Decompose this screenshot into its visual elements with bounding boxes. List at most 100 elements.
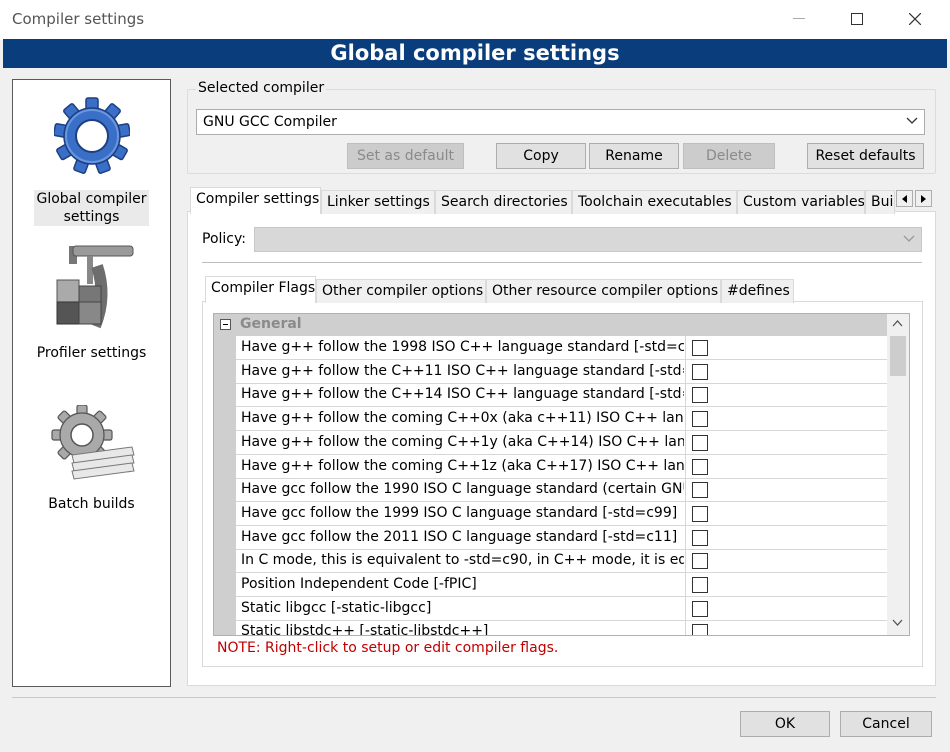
table-row[interactable]: In C mode, this is equivalent to -std=c9… xyxy=(236,549,887,574)
page-title-banner: Global compiler settings xyxy=(3,39,947,68)
close-button[interactable] xyxy=(892,0,938,38)
scroll-up-icon[interactable] xyxy=(892,320,903,327)
settings-sidebar: Global compiler settings Profiler settin… xyxy=(12,79,171,687)
table-row[interactable]: Static libstdc++ [-static-libstdc++] xyxy=(236,620,887,636)
title-bar: Compiler settings xyxy=(0,0,950,40)
set-as-default-button[interactable]: Set as default xyxy=(347,143,464,169)
ok-button[interactable]: OK xyxy=(740,711,830,737)
grid-scrollbar[interactable] xyxy=(887,314,909,635)
flag-label: Position Independent Code [-fPIC] xyxy=(241,576,477,592)
column-divider xyxy=(685,454,686,479)
table-row[interactable]: Position Independent Code [-fPIC] xyxy=(236,573,887,597)
flag-checkbox[interactable] xyxy=(692,553,708,570)
tab-compiler-flags[interactable]: Compiler Flags xyxy=(205,276,316,303)
flag-label: In C mode, this is equivalent to -std=c9… xyxy=(241,552,684,569)
flag-checkbox[interactable] xyxy=(692,624,708,635)
flag-label: Have g++ follow the coming C++1z (aka C+… xyxy=(241,457,684,474)
divider xyxy=(12,697,936,698)
table-row[interactable]: Have g++ follow the coming C++0x (aka c+… xyxy=(236,407,887,432)
column-divider xyxy=(685,478,686,503)
tab-build-options[interactable]: Bui xyxy=(865,190,895,214)
copy-button[interactable]: Copy xyxy=(496,143,586,169)
reset-defaults-button[interactable]: Reset defaults xyxy=(807,143,924,169)
column-divider xyxy=(685,620,686,635)
rename-button[interactable]: Rename xyxy=(589,143,679,169)
flag-checkbox[interactable] xyxy=(692,434,708,451)
flag-label: Have gcc follow the 1999 ISO C language … xyxy=(241,504,678,521)
chevron-down-icon xyxy=(903,235,915,242)
chevron-down-icon xyxy=(906,117,918,124)
flag-checkbox[interactable] xyxy=(692,577,708,593)
flag-checkbox[interactable] xyxy=(692,529,708,546)
scrollbar-thumb[interactable] xyxy=(890,336,906,376)
grid-gutter xyxy=(214,336,236,635)
category-header[interactable]: General xyxy=(214,314,887,336)
arrow-right-icon xyxy=(920,194,926,203)
flag-checkbox[interactable] xyxy=(692,340,708,356)
tab-linker-settings[interactable]: Linker settings xyxy=(321,190,435,214)
category-label: General xyxy=(240,316,302,332)
window-title: Compiler settings xyxy=(12,10,145,28)
table-row[interactable]: Have gcc follow the 2011 ISO C language … xyxy=(236,525,887,550)
table-row[interactable]: Static libgcc [-static-libgcc] xyxy=(236,596,887,621)
sidebar-item-batch-builds[interactable]: Batch builds xyxy=(13,405,170,513)
collapse-icon[interactable] xyxy=(220,319,231,330)
batch-builds-icon xyxy=(50,405,135,480)
column-divider xyxy=(685,359,686,384)
tab-compiler-settings[interactable]: Compiler settings xyxy=(190,187,321,214)
flag-checkbox[interactable] xyxy=(692,600,708,617)
profiler-icon xyxy=(56,245,133,329)
flag-label: Static libgcc [-static-libgcc] xyxy=(241,599,432,616)
flag-label: Have g++ follow the C++14 ISO C++ langua… xyxy=(241,386,684,403)
flag-checkbox[interactable] xyxy=(692,411,708,428)
tab-other-compiler-options[interactable]: Other compiler options xyxy=(316,279,486,303)
gear-icon xyxy=(53,97,130,174)
tab-toolchain-executables[interactable]: Toolchain executables xyxy=(572,190,737,214)
flag-checkbox[interactable] xyxy=(692,458,708,475)
table-row[interactable]: Have gcc follow the 1990 ISO C language … xyxy=(236,478,887,503)
delete-button[interactable]: Delete xyxy=(683,143,775,169)
flag-label: Static libstdc++ [-static-libstdc++] xyxy=(241,623,489,636)
flag-label: Have g++ follow the C++11 ISO C++ langua… xyxy=(241,362,684,379)
scroll-down-icon[interactable] xyxy=(892,619,903,626)
sidebar-item-profiler[interactable]: Profiler settings xyxy=(13,236,170,362)
table-row[interactable]: Have g++ follow the C++14 ISO C++ langua… xyxy=(236,383,887,408)
tab-custom-variables[interactable]: Custom variables xyxy=(737,190,865,214)
flags-note: NOTE: Right-click to setup or edit compi… xyxy=(217,640,559,656)
tab-other-resource-compiler-options[interactable]: Other resource compiler options xyxy=(486,279,721,303)
column-divider xyxy=(685,596,686,621)
flag-checkbox[interactable] xyxy=(692,482,708,499)
cancel-button[interactable]: Cancel xyxy=(840,711,932,737)
compiler-select[interactable]: GNU GCC Compiler xyxy=(196,109,925,135)
flag-label: Have gcc follow the 2011 ISO C language … xyxy=(241,528,678,545)
flag-checkbox[interactable] xyxy=(692,387,708,404)
policy-label: Policy: xyxy=(202,231,246,247)
compiler-select-value: GNU GCC Compiler xyxy=(203,114,337,130)
flag-checkbox[interactable] xyxy=(692,505,708,522)
column-divider xyxy=(685,383,686,408)
table-row[interactable]: Have g++ follow the coming C++1y (aka C+… xyxy=(236,430,887,455)
column-divider xyxy=(685,573,686,597)
policy-select[interactable] xyxy=(254,227,922,252)
table-row[interactable]: Have gcc follow the 1999 ISO C language … xyxy=(236,501,887,526)
sidebar-item-global-compiler[interactable]: Global compiler settings xyxy=(13,86,170,226)
flag-label: Have g++ follow the coming C++1y (aka C+… xyxy=(241,433,684,450)
column-divider xyxy=(685,407,686,432)
tab-scroll-right-button[interactable] xyxy=(915,190,932,207)
tab-scroll-left-button[interactable] xyxy=(896,190,913,207)
column-divider xyxy=(685,336,686,360)
tab-defines[interactable]: #defines xyxy=(721,279,794,303)
compiler-flags-grid: General Have g++ follow the 1998 ISO C++… xyxy=(213,313,910,636)
table-row[interactable]: Have g++ follow the 1998 ISO C++ languag… xyxy=(236,336,887,360)
arrow-left-icon xyxy=(901,194,907,203)
maximize-button[interactable] xyxy=(834,0,880,38)
minimize-button[interactable] xyxy=(776,0,822,38)
table-row[interactable]: Have g++ follow the coming C++1z (aka C+… xyxy=(236,454,887,479)
column-divider xyxy=(685,501,686,526)
flag-checkbox[interactable] xyxy=(692,363,708,380)
tab-search-directories[interactable]: Search directories xyxy=(435,190,572,214)
table-row[interactable]: Have g++ follow the C++11 ISO C++ langua… xyxy=(236,359,887,384)
column-divider xyxy=(685,430,686,455)
flag-label: Have gcc follow the 1990 ISO C language … xyxy=(241,481,684,498)
sidebar-item-label: Global compiler settings xyxy=(34,190,149,226)
